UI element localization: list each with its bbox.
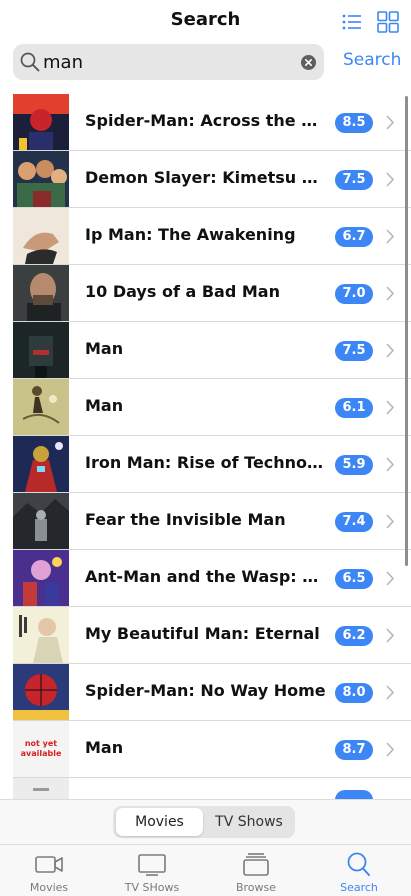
clear-icon[interactable] — [301, 55, 316, 70]
poster-image — [13, 550, 69, 606]
tab-tv-shows-label: TV SHows — [124, 881, 180, 894]
poster-image — [13, 208, 69, 264]
segment-tv-shows[interactable]: TV Shows — [206, 808, 292, 836]
result-title: 10 Days of a Bad Man — [85, 282, 280, 301]
result-title: Ip Man: The Awakening — [85, 225, 296, 244]
chevron-right-icon — [386, 172, 395, 187]
search-bar — [13, 44, 324, 80]
rating-badge: 6.7 — [335, 227, 373, 247]
tab-browse[interactable]: Browse — [215, 845, 297, 896]
magnifier-icon — [20, 52, 40, 72]
poster-image — [13, 436, 69, 492]
tab-browse-label: Browse — [235, 881, 277, 894]
chevron-right-icon — [386, 343, 395, 358]
segment-bar: Movies TV Shows — [0, 799, 411, 844]
result-title: Demon Slayer: Kimetsu no Yaiba — [85, 168, 328, 187]
search-input[interactable] — [43, 44, 293, 80]
result-title: Man — [85, 396, 124, 415]
tv-icon — [138, 854, 166, 876]
search-button[interactable]: Search — [343, 50, 401, 70]
chevron-right-icon — [386, 514, 395, 529]
rating-badge: 7.4 — [335, 512, 373, 532]
results-list[interactable]: Spider-Man: Across the Spider-Verse 8.5 … — [0, 94, 411, 799]
video-camera-icon — [35, 856, 63, 873]
chevron-right-icon — [386, 571, 395, 586]
list-item[interactable]: 10 Days of a Bad Man 7.0 — [0, 265, 411, 322]
poster-image — [13, 778, 69, 799]
list-item[interactable]: My Beautiful Man: Eternal 6.2 — [0, 607, 411, 664]
list-item[interactable]: Man 7.5 — [0, 322, 411, 379]
list-item[interactable]: not yet available Man 8.7 — [0, 721, 411, 778]
chevron-right-icon — [386, 286, 395, 301]
list-item[interactable]: Iron Man: Rise of Technovore 5.9 — [0, 436, 411, 493]
result-title: My Beautiful Man: Eternal — [85, 624, 320, 643]
rating-badge: 7.5 — [335, 170, 373, 190]
list-item[interactable]: Fear the Invisible Man 7.4 — [0, 493, 411, 550]
poster-image — [13, 664, 69, 720]
chevron-right-icon — [386, 457, 395, 472]
result-title: Ant-Man and the Wasp: Quantumania — [85, 567, 328, 586]
result-title: Fear the Invisible Man — [85, 510, 286, 529]
header: Search — [0, 0, 411, 44]
rating-badge: 6.1 — [335, 398, 373, 418]
poster-placeholder: not yet available — [13, 721, 69, 777]
result-title: Spider-Man: No Way Home — [85, 681, 326, 700]
grid-icon[interactable] — [376, 10, 400, 34]
chevron-right-icon — [386, 742, 395, 757]
tab-search-label: Search — [340, 881, 378, 894]
list-item[interactable]: Man 6.1 — [0, 379, 411, 436]
rating-badge: 8.5 — [335, 113, 373, 133]
rating-badge: 7.0 — [335, 284, 373, 304]
rating-badge: 5.9 — [335, 455, 373, 475]
result-title: Spider-Man: Across the Spider-Verse — [85, 111, 328, 130]
list-item[interactable] — [0, 778, 411, 799]
poster-image — [13, 151, 69, 207]
poster-image — [13, 493, 69, 549]
rating-badge: 8.7 — [335, 740, 373, 760]
chevron-right-icon — [386, 685, 395, 700]
tab-bar: Movies TV SHows Browse Search — [0, 844, 411, 896]
rating-badge: 6.2 — [335, 626, 373, 646]
poster-image — [13, 322, 69, 378]
segment-movies[interactable]: Movies — [116, 808, 203, 836]
scrollbar[interactable] — [405, 96, 408, 566]
chevron-right-icon — [386, 628, 395, 643]
rating-badge: 8.0 — [335, 683, 373, 703]
list-item[interactable]: Ip Man: The Awakening 6.7 — [0, 208, 411, 265]
poster-image — [13, 94, 69, 150]
list-item[interactable]: Demon Slayer: Kimetsu no Yaiba 7.5 — [0, 151, 411, 208]
result-title: Iron Man: Rise of Technovore — [85, 453, 328, 472]
poster-image — [13, 265, 69, 321]
result-title: Man — [85, 339, 124, 358]
result-title: Man — [85, 738, 124, 757]
chevron-right-icon — [386, 400, 395, 415]
tab-movies[interactable]: Movies — [8, 845, 90, 896]
search-icon — [347, 852, 370, 876]
poster-image — [13, 379, 69, 435]
list-item[interactable]: Ant-Man and the Wasp: Quantumania 6.5 — [0, 550, 411, 607]
poster-image — [13, 607, 69, 663]
list-icon[interactable] — [340, 10, 364, 34]
chevron-right-icon — [386, 115, 395, 130]
media-type-segmented-control[interactable]: Movies TV Shows — [113, 806, 295, 838]
tab-search[interactable]: Search — [318, 845, 400, 896]
tab-tv-shows[interactable]: TV SHows — [111, 845, 193, 896]
chevron-right-icon — [386, 229, 395, 244]
stack-icon — [243, 853, 269, 876]
rating-badge: 6.5 — [335, 569, 373, 589]
list-item[interactable]: Spider-Man: No Way Home 8.0 — [0, 664, 411, 721]
tab-movies-label: Movies — [29, 881, 69, 894]
list-item[interactable]: Spider-Man: Across the Spider-Verse 8.5 — [0, 94, 411, 151]
rating-badge: 7.5 — [335, 341, 373, 361]
rating-badge — [335, 790, 373, 799]
